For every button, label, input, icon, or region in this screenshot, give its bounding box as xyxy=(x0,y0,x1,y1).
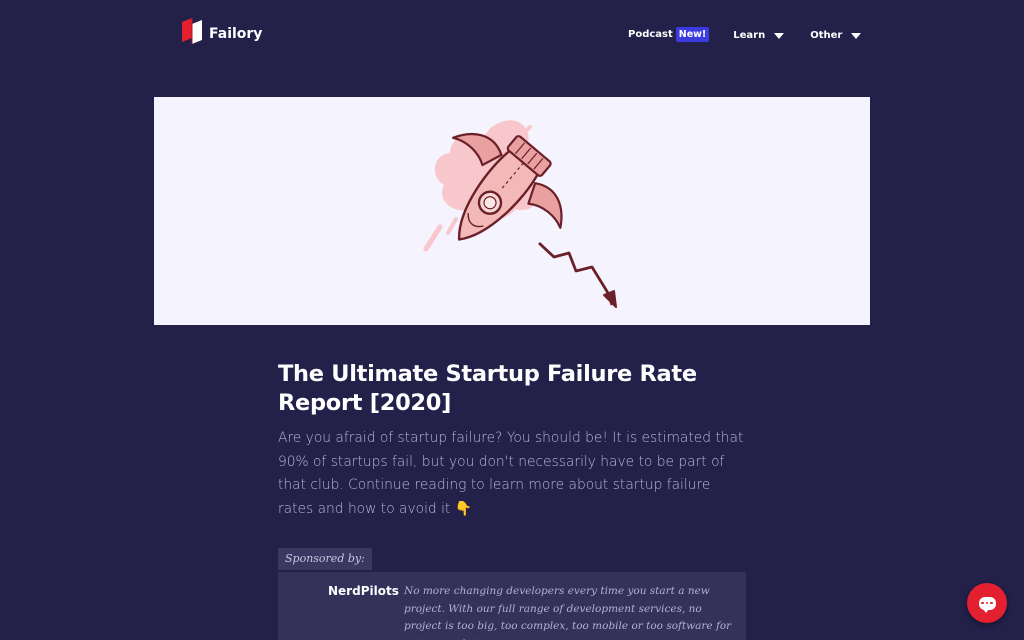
sponsor-description: No more changing developers every time y… xyxy=(404,585,732,640)
logo-text: Failory xyxy=(209,26,263,42)
article-header: The Ultimate Startup Failure Rate Report… xyxy=(278,360,748,521)
falling-rocket-illustration xyxy=(423,120,617,308)
down-trend-arrow xyxy=(538,241,614,306)
caret-down-icon xyxy=(851,32,862,39)
pointing-down-emoji: 👇 xyxy=(454,500,473,517)
failory-logo[interactable]: Failory xyxy=(180,16,262,46)
article-lead: Are you afraid of startup failure? You s… xyxy=(278,427,748,521)
caret-down-icon xyxy=(774,32,785,39)
top-navigation: Failory Podcast New! Learn Other xyxy=(0,0,1024,72)
hero-image xyxy=(154,97,870,325)
nav-learn-label: Learn xyxy=(733,30,766,41)
sponsor-name[interactable]: NerdPilots xyxy=(328,584,399,598)
chat-icon xyxy=(978,596,996,613)
chat-button[interactable] xyxy=(967,583,1007,623)
nav-podcast-link[interactable]: Podcast New! xyxy=(628,27,710,42)
new-badge: New! xyxy=(675,27,710,42)
nav-links: Podcast New! Learn Other xyxy=(628,27,862,42)
book-logo-icon xyxy=(182,18,202,44)
sponsored-by-label: Sponsored by: xyxy=(278,548,372,570)
nav-learn-dropdown[interactable]: Learn xyxy=(733,30,785,41)
nav-other-dropdown[interactable]: Other xyxy=(810,30,862,41)
nav-other-label: Other xyxy=(810,30,843,41)
article-lead-text: Are you afraid of startup failure? You s… xyxy=(278,430,744,517)
article-title: The Ultimate Startup Failure Rate Report… xyxy=(278,361,697,416)
sponsor-card[interactable]: NerdPilots No more changing developers e… xyxy=(278,572,746,640)
nav-podcast-label: Podcast xyxy=(628,29,673,40)
